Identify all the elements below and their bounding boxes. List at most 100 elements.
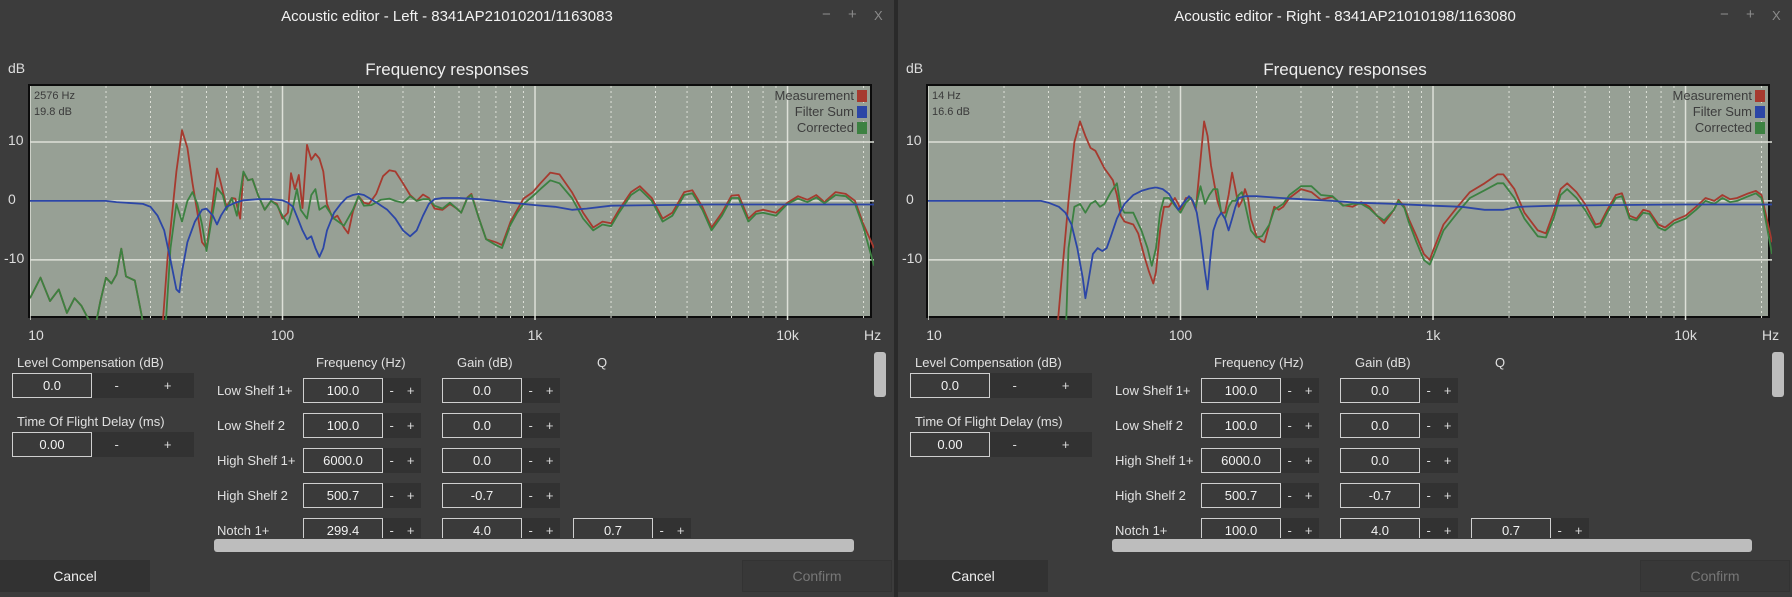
- filter-freq-input[interactable]: 500.7: [1201, 483, 1281, 508]
- filter-gain-input[interactable]: 0.0: [442, 413, 522, 438]
- confirm-button[interactable]: Confirm: [1640, 560, 1790, 592]
- filter-gain-input[interactable]: 0.0: [442, 448, 522, 473]
- decrement-button[interactable]: -: [1288, 488, 1292, 503]
- filter-freq-stepper: - +: [383, 413, 421, 438]
- close-button[interactable]: X: [1772, 8, 1781, 23]
- filter-gain-input[interactable]: -0.7: [442, 483, 522, 508]
- increment-button[interactable]: +: [407, 418, 415, 433]
- decrement-button[interactable]: -: [1427, 383, 1431, 398]
- decrement-button[interactable]: -: [1427, 418, 1431, 433]
- increment-button[interactable]: +: [1444, 383, 1452, 398]
- x-tick-label: 10k: [776, 327, 799, 343]
- series-line-measurement: [30, 129, 874, 320]
- filter-gain-input[interactable]: 4.0: [1340, 518, 1420, 538]
- decrement-button[interactable]: -: [529, 523, 533, 538]
- filter-gain-input[interactable]: -0.7: [1340, 483, 1420, 508]
- filter-freq-input[interactable]: 299.4: [303, 518, 383, 538]
- cancel-button[interactable]: Cancel: [898, 560, 1048, 592]
- filter-list[interactable]: Low Shelf 1+ 100.0- +0.0- + Low Shelf 2 100.0…: [898, 375, 1778, 538]
- decrement-button[interactable]: -: [1427, 453, 1431, 468]
- y-tick-label: 10: [8, 131, 24, 148]
- vertical-scrollbar[interactable]: [1772, 352, 1784, 397]
- increment-button[interactable]: +: [1305, 383, 1313, 398]
- decrement-button[interactable]: -: [529, 418, 533, 433]
- filter-freq-input[interactable]: 100.0: [1201, 378, 1281, 403]
- filter-freq-input[interactable]: 500.7: [303, 483, 383, 508]
- readout-level: 16.6 dB: [932, 106, 970, 118]
- filter-q-input[interactable]: 0.7: [573, 518, 653, 538]
- frequency-response-plot[interactable]: 14 Hz 16.6 dB Measurement Filter Sum Correct…: [926, 84, 1772, 320]
- filter-gain-input[interactable]: 0.0: [1340, 413, 1420, 438]
- decrement-button[interactable]: -: [1288, 418, 1292, 433]
- increment-button[interactable]: +: [1444, 453, 1452, 468]
- filter-freq-input[interactable]: 6000.0: [303, 448, 383, 473]
- legend-item: Corrected: [797, 120, 867, 135]
- increment-button[interactable]: +: [407, 488, 415, 503]
- filter-freq-input[interactable]: 100.0: [1201, 413, 1281, 438]
- increment-button[interactable]: +: [1305, 418, 1313, 433]
- decrement-button[interactable]: -: [390, 453, 394, 468]
- filter-gain-input[interactable]: 0.0: [1340, 378, 1420, 403]
- increment-button[interactable]: +: [1305, 453, 1313, 468]
- chart-svg: [30, 86, 874, 320]
- filter-gain-input[interactable]: 0.0: [1340, 448, 1420, 473]
- increment-button[interactable]: +: [1305, 488, 1313, 503]
- decrement-button[interactable]: -: [390, 488, 394, 503]
- decrement-button[interactable]: -: [660, 523, 664, 538]
- cancel-button[interactable]: Cancel: [0, 560, 150, 592]
- decrement-button[interactable]: -: [1288, 453, 1292, 468]
- increment-button[interactable]: +: [407, 383, 415, 398]
- minimize-button[interactable]: −: [822, 6, 831, 23]
- increment-button[interactable]: +: [546, 488, 554, 503]
- increment-button[interactable]: +: [546, 418, 554, 433]
- increment-button[interactable]: +: [407, 453, 415, 468]
- decrement-button[interactable]: -: [1288, 383, 1292, 398]
- close-button[interactable]: X: [874, 8, 883, 23]
- increment-button[interactable]: +: [1444, 488, 1452, 503]
- filter-freq-input[interactable]: 100.0: [303, 413, 383, 438]
- filter-list[interactable]: Low Shelf 1+ 100.0- +0.0- + Low Shelf 2 100.0…: [0, 375, 880, 538]
- horizontal-scrollbar[interactable]: [214, 539, 854, 552]
- legend-item: Measurement: [1673, 88, 1765, 103]
- increment-button[interactable]: +: [546, 523, 554, 538]
- decrement-button[interactable]: -: [529, 453, 533, 468]
- readout-frequency: 14 Hz: [932, 90, 961, 102]
- decrement-button[interactable]: -: [390, 383, 394, 398]
- decrement-button[interactable]: -: [529, 383, 533, 398]
- x-tick-label: 1k: [1425, 327, 1441, 343]
- filter-gain-input[interactable]: 4.0: [442, 518, 522, 538]
- decrement-button[interactable]: -: [1558, 523, 1562, 538]
- filter-freq-stepper: - +: [383, 483, 421, 508]
- filter-freq-input[interactable]: 100.0: [1201, 518, 1281, 538]
- filter-freq-input[interactable]: 100.0: [303, 378, 383, 403]
- filter-q-stepper: - +: [1551, 518, 1589, 538]
- horizontal-scrollbar[interactable]: [1112, 539, 1752, 552]
- window-title: Acoustic editor - Right - 8341AP21010198…: [1174, 8, 1516, 25]
- decrement-button[interactable]: -: [529, 488, 533, 503]
- frequency-response-plot[interactable]: 2576 Hz 19.8 dB Measurement Filter Sum Corre…: [28, 84, 874, 320]
- maximize-button[interactable]: +: [848, 6, 857, 23]
- increment-button[interactable]: +: [1575, 523, 1583, 538]
- vertical-scrollbar[interactable]: [874, 352, 886, 397]
- decrement-button[interactable]: -: [1288, 523, 1292, 538]
- filter-gain-stepper: - +: [1420, 448, 1458, 473]
- increment-button[interactable]: +: [677, 523, 685, 538]
- confirm-button[interactable]: Confirm: [742, 560, 892, 592]
- minimize-button[interactable]: −: [1720, 6, 1729, 23]
- increment-button[interactable]: +: [1444, 418, 1452, 433]
- increment-button[interactable]: +: [407, 523, 415, 538]
- increment-button[interactable]: +: [546, 453, 554, 468]
- maximize-button[interactable]: +: [1746, 6, 1755, 23]
- increment-button[interactable]: +: [1444, 523, 1452, 538]
- decrement-button[interactable]: -: [1427, 488, 1431, 503]
- increment-button[interactable]: +: [1305, 523, 1313, 538]
- filter-q-input[interactable]: 0.7: [1471, 518, 1551, 538]
- filter-gain-stepper: - +: [1420, 518, 1458, 538]
- filter-gain-input[interactable]: 0.0: [442, 378, 522, 403]
- increment-button[interactable]: +: [546, 383, 554, 398]
- decrement-button[interactable]: -: [390, 523, 394, 538]
- decrement-button[interactable]: -: [390, 418, 394, 433]
- y-tick-label: 0: [906, 190, 914, 207]
- filter-freq-input[interactable]: 6000.0: [1201, 448, 1281, 473]
- decrement-button[interactable]: -: [1427, 523, 1431, 538]
